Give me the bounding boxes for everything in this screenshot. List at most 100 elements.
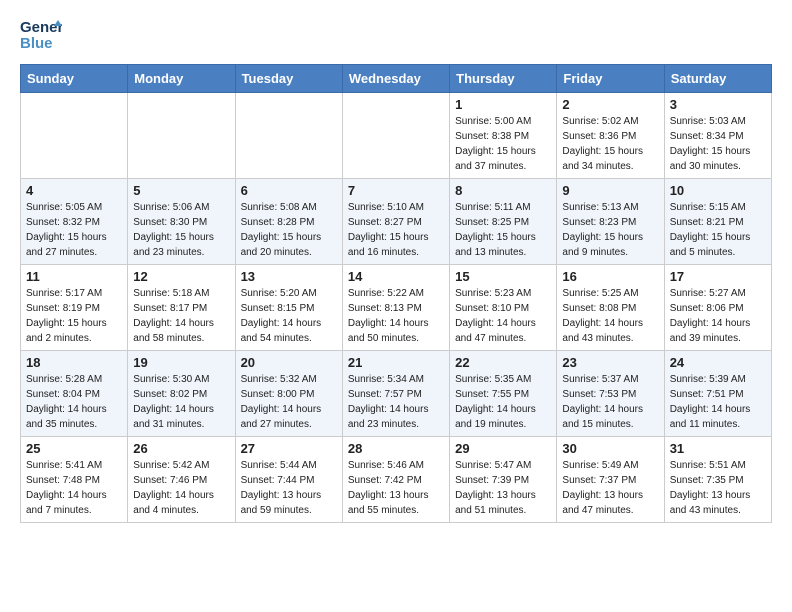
day-info: Sunrise: 5:35 AM Sunset: 7:55 PM Dayligh… — [455, 372, 551, 432]
day-info: Sunrise: 5:13 AM Sunset: 8:23 PM Dayligh… — [562, 200, 658, 260]
calendar-cell: 2 Sunrise: 5:02 AM Sunset: 8:36 PM Daylig… — [557, 93, 664, 179]
day-info: Sunrise: 5:25 AM Sunset: 8:08 PM Dayligh… — [562, 286, 658, 346]
calendar-cell: 27Sunrise: 5:44 AM Sunset: 7:44 PM Dayli… — [235, 437, 342, 523]
day-info: Sunrise: 5:06 AM Sunset: 8:30 PM Dayligh… — [133, 200, 229, 260]
page-header: General Blue — [20, 16, 772, 52]
weekday-header-thursday: Thursday — [450, 65, 557, 93]
day-number: 20 — [241, 355, 337, 370]
day-number: 29 — [455, 441, 551, 456]
day-number: 16 — [562, 269, 658, 284]
day-info: Sunrise: 5:51 AM Sunset: 7:35 PM Dayligh… — [670, 458, 766, 518]
weekday-header-sunday: Sunday — [21, 65, 128, 93]
day-info: Sunrise: 5:28 AM Sunset: 8:04 PM Dayligh… — [26, 372, 122, 432]
weekday-header-monday: Monday — [128, 65, 235, 93]
day-number: 10 — [670, 183, 766, 198]
day-number: 13 — [241, 269, 337, 284]
day-info: Sunrise: 5:03 AM Sunset: 8:34 PM Dayligh… — [670, 114, 766, 174]
day-info: Sunrise: 5:08 AM Sunset: 8:28 PM Dayligh… — [241, 200, 337, 260]
calendar-cell: 11 Sunrise: 5:17 AM Sunset: 8:19 PM Dayli… — [21, 265, 128, 351]
day-number: 30 — [562, 441, 658, 456]
day-info: Sunrise: 5:27 AM Sunset: 8:06 PM Dayligh… — [670, 286, 766, 346]
day-info: Sunrise: 5:30 AM Sunset: 8:02 PM Dayligh… — [133, 372, 229, 432]
calendar-cell: 12 Sunrise: 5:18 AM Sunset: 8:17 PM Dayli… — [128, 265, 235, 351]
calendar-cell: 13 Sunrise: 5:20 AM Sunset: 8:15 PM Dayli… — [235, 265, 342, 351]
day-info: Sunrise: 5:34 AM Sunset: 7:57 PM Dayligh… — [348, 372, 444, 432]
day-info: Sunrise: 5:15 AM Sunset: 8:21 PM Dayligh… — [670, 200, 766, 260]
calendar-cell: 10 Sunrise: 5:15 AM Sunset: 8:21 PM Dayli… — [664, 179, 771, 265]
calendar-cell: 23 Sunrise: 5:37 AM Sunset: 7:53 PM Dayli… — [557, 351, 664, 437]
day-info: Sunrise: 5:47 AM Sunset: 7:39 PM Dayligh… — [455, 458, 551, 518]
calendar-cell: 1 Sunrise: 5:00 AM Sunset: 8:38 PM Daylig… — [450, 93, 557, 179]
day-number: 15 — [455, 269, 551, 284]
calendar-cell: 26Sunrise: 5:42 AM Sunset: 7:46 PM Dayli… — [128, 437, 235, 523]
calendar-cell: 24Sunrise: 5:39 AM Sunset: 7:51 PM Dayli… — [664, 351, 771, 437]
day-info: Sunrise: 5:46 AM Sunset: 7:42 PM Dayligh… — [348, 458, 444, 518]
day-number: 22 — [455, 355, 551, 370]
day-number: 19 — [133, 355, 229, 370]
day-info: Sunrise: 5:42 AM Sunset: 7:46 PM Dayligh… — [133, 458, 229, 518]
calendar-week-4: 18 Sunrise: 5:28 AM Sunset: 8:04 PM Dayli… — [21, 351, 772, 437]
day-info: Sunrise: 5:37 AM Sunset: 7:53 PM Dayligh… — [562, 372, 658, 432]
day-info: Sunrise: 5:20 AM Sunset: 8:15 PM Dayligh… — [241, 286, 337, 346]
weekday-header-tuesday: Tuesday — [235, 65, 342, 93]
calendar-week-1: 1 Sunrise: 5:00 AM Sunset: 8:38 PM Daylig… — [21, 93, 772, 179]
day-number: 1 — [455, 97, 551, 112]
svg-text:General: General — [20, 19, 62, 36]
day-info: Sunrise: 5:17 AM Sunset: 8:19 PM Dayligh… — [26, 286, 122, 346]
day-info: Sunrise: 5:18 AM Sunset: 8:17 PM Dayligh… — [133, 286, 229, 346]
calendar-header-row: SundayMondayTuesdayWednesdayThursdayFrid… — [21, 65, 772, 93]
calendar-week-2: 4Sunrise: 5:05 AM Sunset: 8:32 PM Daylig… — [21, 179, 772, 265]
weekday-header-saturday: Saturday — [664, 65, 771, 93]
calendar-cell: 5 Sunrise: 5:06 AM Sunset: 8:30 PM Daylig… — [128, 179, 235, 265]
calendar-cell: 15 Sunrise: 5:23 AM Sunset: 8:10 PM Dayli… — [450, 265, 557, 351]
calendar-cell: 31 Sunrise: 5:51 AM Sunset: 7:35 PM Dayli… — [664, 437, 771, 523]
day-number: 9 — [562, 183, 658, 198]
day-number: 28 — [348, 441, 444, 456]
day-info: Sunrise: 5:22 AM Sunset: 8:13 PM Dayligh… — [348, 286, 444, 346]
day-number: 18 — [26, 355, 122, 370]
day-number: 25 — [26, 441, 122, 456]
day-info: Sunrise: 5:00 AM Sunset: 8:38 PM Dayligh… — [455, 114, 551, 174]
calendar-cell: 8 Sunrise: 5:11 AM Sunset: 8:25 PM Daylig… — [450, 179, 557, 265]
calendar-cell: 20Sunrise: 5:32 AM Sunset: 8:00 PM Dayli… — [235, 351, 342, 437]
calendar-cell: 9 Sunrise: 5:13 AM Sunset: 8:23 PM Daylig… — [557, 179, 664, 265]
day-number: 11 — [26, 269, 122, 284]
logo-icon: General Blue — [20, 16, 62, 52]
calendar-cell: 17 Sunrise: 5:27 AM Sunset: 8:06 PM Dayli… — [664, 265, 771, 351]
calendar-cell: 22 Sunrise: 5:35 AM Sunset: 7:55 PM Dayli… — [450, 351, 557, 437]
day-info: Sunrise: 5:49 AM Sunset: 7:37 PM Dayligh… — [562, 458, 658, 518]
calendar-week-5: 25Sunrise: 5:41 AM Sunset: 7:48 PM Dayli… — [21, 437, 772, 523]
calendar-cell — [342, 93, 449, 179]
day-number: 27 — [241, 441, 337, 456]
calendar-cell: 6 Sunrise: 5:08 AM Sunset: 8:28 PM Daylig… — [235, 179, 342, 265]
day-number: 6 — [241, 183, 337, 198]
day-number: 2 — [562, 97, 658, 112]
day-info: Sunrise: 5:10 AM Sunset: 8:27 PM Dayligh… — [348, 200, 444, 260]
day-number: 17 — [670, 269, 766, 284]
calendar-cell: 21Sunrise: 5:34 AM Sunset: 7:57 PM Dayli… — [342, 351, 449, 437]
day-number: 5 — [133, 183, 229, 198]
calendar-table: SundayMondayTuesdayWednesdayThursdayFrid… — [20, 64, 772, 523]
day-info: Sunrise: 5:02 AM Sunset: 8:36 PM Dayligh… — [562, 114, 658, 174]
day-number: 12 — [133, 269, 229, 284]
day-info: Sunrise: 5:39 AM Sunset: 7:51 PM Dayligh… — [670, 372, 766, 432]
calendar-cell: 14Sunrise: 5:22 AM Sunset: 8:13 PM Dayli… — [342, 265, 449, 351]
day-number: 31 — [670, 441, 766, 456]
calendar-cell: 4Sunrise: 5:05 AM Sunset: 8:32 PM Daylig… — [21, 179, 128, 265]
day-number: 8 — [455, 183, 551, 198]
calendar-cell: 3Sunrise: 5:03 AM Sunset: 8:34 PM Daylig… — [664, 93, 771, 179]
calendar-cell — [235, 93, 342, 179]
day-info: Sunrise: 5:23 AM Sunset: 8:10 PM Dayligh… — [455, 286, 551, 346]
calendar-cell: 25Sunrise: 5:41 AM Sunset: 7:48 PM Dayli… — [21, 437, 128, 523]
calendar-cell: 7Sunrise: 5:10 AM Sunset: 8:27 PM Daylig… — [342, 179, 449, 265]
svg-text:Blue: Blue — [20, 35, 53, 52]
calendar-week-3: 11 Sunrise: 5:17 AM Sunset: 8:19 PM Dayli… — [21, 265, 772, 351]
calendar-cell — [128, 93, 235, 179]
calendar-cell: 29 Sunrise: 5:47 AM Sunset: 7:39 PM Dayli… — [450, 437, 557, 523]
calendar-cell: 28 Sunrise: 5:46 AM Sunset: 7:42 PM Dayli… — [342, 437, 449, 523]
calendar-cell: 19 Sunrise: 5:30 AM Sunset: 8:02 PM Dayli… — [128, 351, 235, 437]
weekday-header-friday: Friday — [557, 65, 664, 93]
day-number: 23 — [562, 355, 658, 370]
calendar-cell — [21, 93, 128, 179]
day-info: Sunrise: 5:11 AM Sunset: 8:25 PM Dayligh… — [455, 200, 551, 260]
